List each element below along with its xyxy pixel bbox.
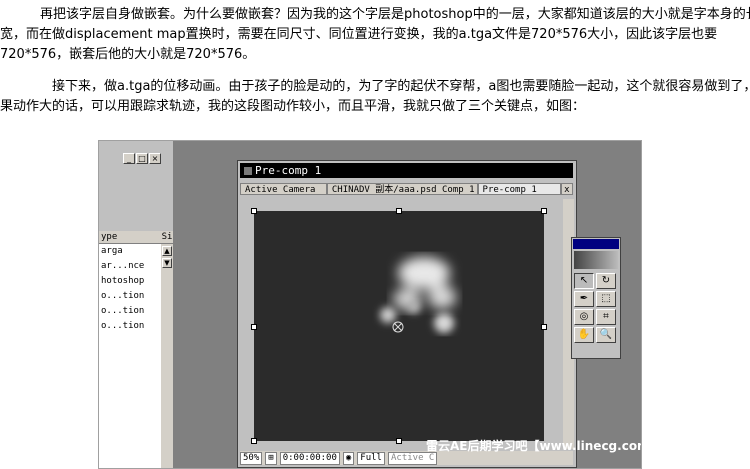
embedded-screenshot: _ □ × ype arga ar...nce hotoshop o...tio… xyxy=(98,140,642,469)
blurred-shapes xyxy=(393,257,456,310)
minimize-icon[interactable]: _ xyxy=(123,153,135,164)
anchor-point-icon[interactable] xyxy=(392,321,404,333)
transform-handle[interactable] xyxy=(541,208,547,214)
list-item[interactable]: ar...nce xyxy=(99,259,161,274)
paragraph-2-line: 果动作大的话，可以用跟踪求轨迹，我的这段图动作较小，而且平滑，我就只做了三个关键… xyxy=(0,99,586,114)
transform-handle[interactable] xyxy=(251,324,257,330)
list-item[interactable]: o...tion xyxy=(99,319,161,334)
tab-close-icon[interactable]: x xyxy=(560,183,573,195)
project-scrollbar[interactable]: Si ▲ ▼ xyxy=(161,231,173,468)
watermark: 雷云AE后期学习吧【www.linecg.com/tieba/1775】 xyxy=(426,439,641,453)
list-item[interactable]: o...tion xyxy=(99,289,161,304)
mask-icon[interactable]: ⬚ xyxy=(596,291,616,307)
precomp-window: Pre-comp 1 Active Camera CHINADV 副本/aaa.… xyxy=(237,160,577,468)
zoom-icon[interactable]: 🔍 xyxy=(596,327,616,343)
list-item[interactable]: arga xyxy=(99,244,161,259)
list-item[interactable]: hotoshop xyxy=(99,274,161,289)
paragraph-1-line: 720*576，嵌套后他的大小就是720*576。 xyxy=(0,47,256,62)
grid-icon[interactable]: ⊞ xyxy=(265,451,277,465)
zoom-select[interactable]: 50% xyxy=(240,451,263,465)
transform-handle[interactable] xyxy=(251,438,257,444)
pen-icon[interactable]: ✒ xyxy=(574,291,594,307)
paragraph-1-line: 宽，而在做displacement map置换时，需要在同尺寸、同位置进行变换，… xyxy=(0,27,718,42)
paragraph-2-line: 接下来，做a.tga的位移动画。由于孩子的脸是动的，为了字的起伏不穿帮，a图也需… xyxy=(52,79,750,94)
transform-handle[interactable] xyxy=(396,208,402,214)
transform-handle[interactable] xyxy=(541,324,547,330)
pan-behind-icon[interactable]: ◎ xyxy=(574,309,594,325)
size-column-header[interactable]: Si xyxy=(161,231,173,244)
hand-icon[interactable]: ✋ xyxy=(574,327,594,343)
camera-icon[interactable]: ◉ xyxy=(342,451,355,465)
project-list: ype arga ar...nce hotoshop o...tion o...… xyxy=(99,231,161,468)
composition-canvas[interactable] xyxy=(251,208,547,444)
tools-palette: ↖ ↻ ✒ ⬚ ◎ ⌗ ✋ 🔍 xyxy=(571,237,621,359)
tools-title-bar[interactable] xyxy=(573,239,619,249)
transform-handle[interactable] xyxy=(251,208,257,214)
precomp-title-bar[interactable]: Pre-comp 1 xyxy=(240,163,573,178)
tool-grid: ↖ ↻ ✒ ⬚ ◎ ⌗ ✋ 🔍 xyxy=(572,271,620,345)
project-window-buttons: _ □ × xyxy=(123,153,161,164)
project-panel: _ □ × ype arga ar...nce hotoshop o...tio… xyxy=(99,141,173,468)
tab-aaa-comp-1[interactable]: CHINADV 副本/aaa.psd Comp 1 xyxy=(326,183,478,195)
transform-handle[interactable] xyxy=(396,438,402,444)
tab-active-camera[interactable]: Active Camera xyxy=(240,183,327,195)
comp-tabs: Active Camera CHINADV 副本/aaa.psd Comp 1 … xyxy=(240,183,573,195)
displacement-map-preview xyxy=(380,257,456,333)
maximize-icon[interactable]: □ xyxy=(136,153,148,164)
tab-precomp-1[interactable]: Pre-comp 1 xyxy=(477,183,561,195)
scroll-up-icon[interactable]: ▲ xyxy=(162,246,172,256)
paragraph-1: 再把该字层自身做嵌套。为什么要做嵌套？因为我的这个字层是photoshop中的一… xyxy=(0,5,750,65)
composition-icon xyxy=(244,167,252,175)
paragraph-1-line: 再把该字层自身做嵌套。为什么要做嵌套？因为我的这个字层是photoshop中的一… xyxy=(40,7,750,22)
type-column-header[interactable]: ype xyxy=(99,231,161,244)
precomp-title: Pre-comp 1 xyxy=(255,164,322,177)
crop-icon[interactable]: ⌗ xyxy=(596,309,616,325)
close-icon[interactable]: × xyxy=(149,153,161,164)
timecode-display[interactable]: 0:00:00:00 xyxy=(279,451,340,465)
list-item[interactable]: o...tion xyxy=(99,304,161,319)
color-swatch[interactable] xyxy=(574,251,618,269)
rotate-icon[interactable]: ↻ xyxy=(596,273,616,289)
arrow-icon[interactable]: ↖ xyxy=(574,273,594,289)
paragraph-2: 接下来，做a.tga的位移动画。由于孩子的脸是动的，为了字的起伏不穿帮，a图也需… xyxy=(0,77,750,117)
scroll-down-icon[interactable]: ▼ xyxy=(162,258,172,268)
resolution-select[interactable]: Full xyxy=(357,451,385,465)
